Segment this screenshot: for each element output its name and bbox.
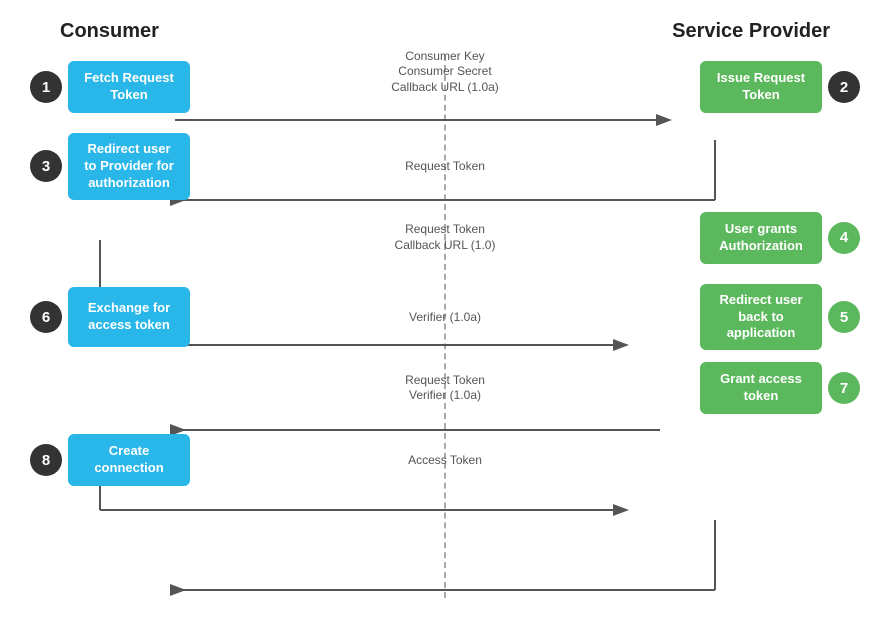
step-circle-2: 2 bbox=[828, 71, 860, 103]
middle-col-6: Access Token bbox=[190, 453, 700, 467]
provider-title: Service Provider bbox=[672, 20, 830, 43]
arrow-label-4: Verifier (1.0a) bbox=[409, 310, 481, 324]
node-2: Issue Request Token bbox=[700, 61, 822, 113]
step-circle-7: 7 bbox=[828, 372, 860, 404]
flow-row-4: 6 Exchange for access token Verifier (1.… bbox=[30, 284, 860, 351]
node-5: Redirect user back to application bbox=[700, 284, 822, 351]
left-col-1: 1 Fetch Request Token bbox=[30, 61, 190, 113]
middle-col-1: Consumer KeyConsumer SecretCallback URL … bbox=[190, 79, 700, 96]
consumer-title: Consumer bbox=[60, 20, 159, 43]
middle-col-5: Request TokenVerifier (1.0a) bbox=[190, 373, 700, 404]
right-col-3: User grants Authorization 4 bbox=[700, 212, 860, 264]
node-4: User grants Authorization bbox=[700, 212, 822, 264]
left-col-6: 8 Create connection bbox=[30, 434, 190, 486]
columns-header: Consumer Service Provider bbox=[30, 20, 860, 43]
arrow-label-2: Request Token bbox=[405, 159, 485, 173]
flow-row-2: 3 Redirect user to Provider for authoriz… bbox=[30, 133, 860, 200]
left-col-2: 3 Redirect user to Provider for authoriz… bbox=[30, 133, 190, 200]
step-circle-3: 3 bbox=[30, 150, 62, 182]
right-col-5: Grant access token 7 bbox=[700, 362, 860, 414]
step-circle-1: 1 bbox=[30, 71, 62, 103]
arrow-label-3: Request TokenCallback URL (1.0) bbox=[395, 222, 496, 253]
node-7: Grant access token bbox=[700, 362, 822, 414]
flow-row-3: Request TokenCallback URL (1.0) User gra… bbox=[30, 212, 860, 264]
step-circle-5: 5 bbox=[828, 301, 860, 333]
flow-row-5: Request TokenVerifier (1.0a) Grant acces… bbox=[30, 362, 860, 414]
step-circle-4: 4 bbox=[828, 222, 860, 254]
middle-col-2: Request Token bbox=[190, 159, 700, 173]
node-8: Create connection bbox=[68, 434, 190, 486]
diagram-container: Consumer Service Provider bbox=[0, 0, 890, 618]
flow-row-1: 1 Fetch Request Token Consumer KeyConsum… bbox=[30, 61, 860, 113]
right-col-4: Redirect user back to application 5 bbox=[700, 284, 860, 351]
middle-col-4: Verifier (1.0a) bbox=[190, 310, 700, 324]
step-circle-8: 8 bbox=[30, 444, 62, 476]
arrow-label-5: Request TokenVerifier (1.0a) bbox=[405, 373, 485, 404]
flow-row-6: 8 Create connection Access Token bbox=[30, 434, 860, 486]
node-1: Fetch Request Token bbox=[68, 61, 190, 113]
node-3: Redirect user to Provider for authorizat… bbox=[68, 133, 190, 200]
step-circle-6: 6 bbox=[30, 301, 62, 333]
node-6: Exchange for access token bbox=[68, 287, 190, 347]
middle-col-3: Request TokenCallback URL (1.0) bbox=[190, 222, 700, 253]
left-col-4: 6 Exchange for access token bbox=[30, 287, 190, 347]
arrow-label-1: Consumer KeyConsumer SecretCallback URL … bbox=[391, 49, 499, 96]
arrow-label-6: Access Token bbox=[408, 453, 482, 467]
right-col-1: Issue Request Token 2 bbox=[700, 61, 860, 113]
